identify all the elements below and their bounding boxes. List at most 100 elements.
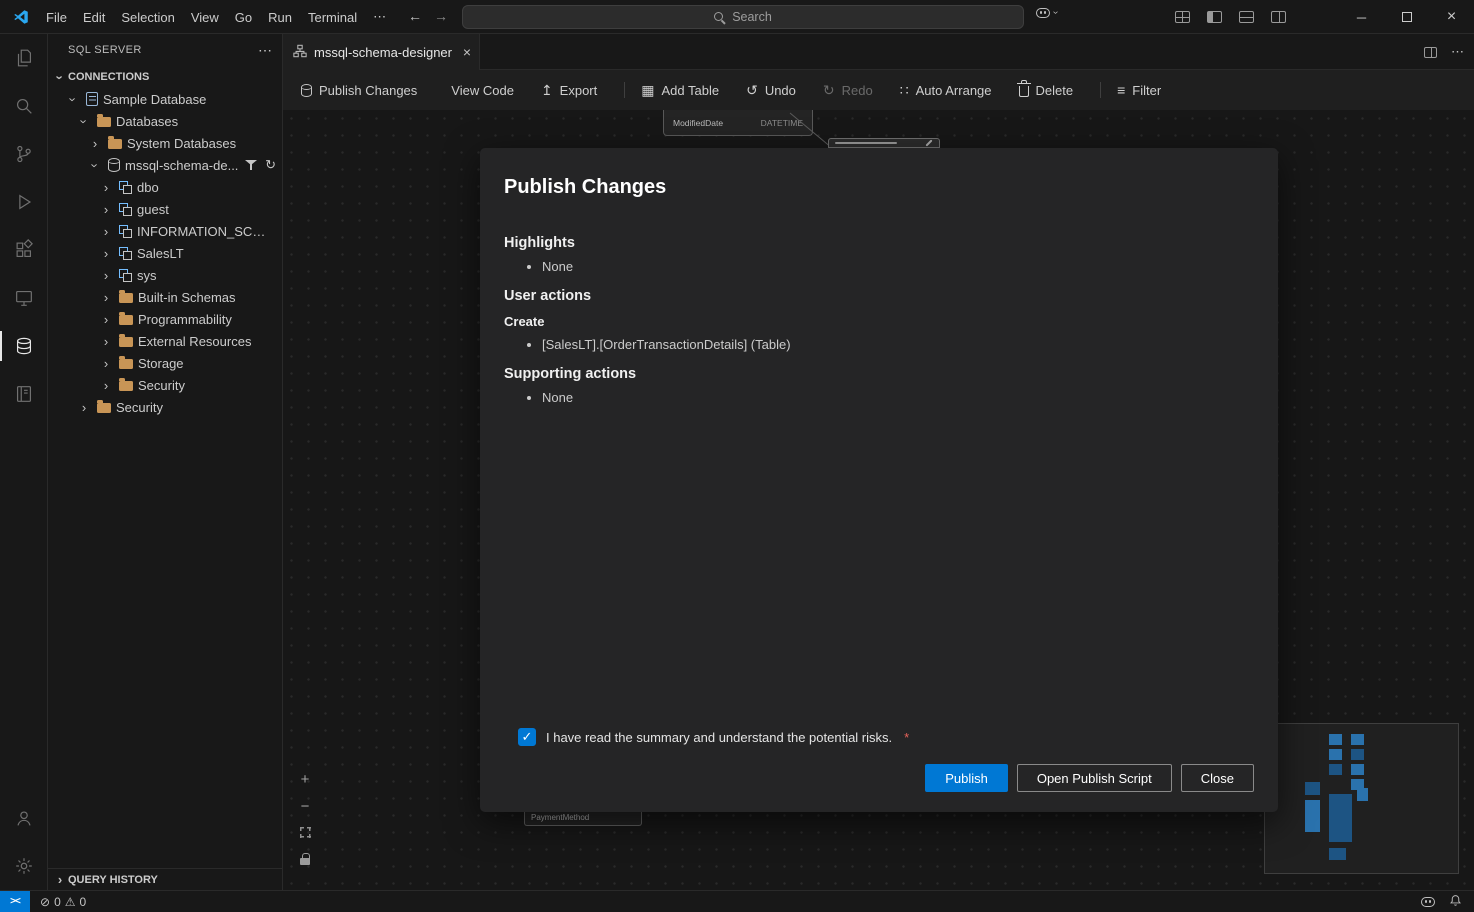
redo-button[interactable]: ↻Redo	[823, 83, 873, 98]
publish-button[interactable]: Publish	[925, 764, 1008, 792]
nav-forward-icon[interactable]: →	[430, 8, 452, 24]
close-window-button[interactable]: ×	[1429, 0, 1474, 34]
tree-item-sys[interactable]: ›sys	[48, 264, 282, 286]
chevron-right-icon: ›	[76, 400, 92, 415]
chevron-right-icon: ›	[98, 224, 114, 239]
extensions-icon[interactable]	[0, 226, 47, 274]
menu-file[interactable]: File	[38, 6, 75, 29]
tree-item-system-databases[interactable]: ›System Databases	[48, 132, 282, 154]
tab-bar-actions: ⋯	[1424, 34, 1464, 70]
delete-button[interactable]: Delete	[1019, 83, 1074, 98]
menu-view[interactable]: View	[183, 6, 227, 29]
menu-edit[interactable]: Edit	[75, 6, 113, 29]
lock-icon	[300, 853, 310, 868]
close-button[interactable]: Close	[1181, 764, 1254, 792]
folder-icon	[108, 139, 122, 149]
sql-server-icon[interactable]	[0, 322, 47, 370]
filter-icon[interactable]	[245, 159, 257, 171]
tree-item-guest[interactable]: ›guest	[48, 198, 282, 220]
run-debug-icon[interactable]	[0, 178, 47, 226]
auto-arrange-button[interactable]: ∷Auto Arrange	[900, 83, 992, 98]
maximize-button[interactable]	[1384, 0, 1429, 34]
copilot-icon	[1036, 8, 1050, 18]
add-table-button[interactable]: ▦Add Table	[641, 83, 719, 98]
toggle-panel-icon[interactable]	[1239, 11, 1254, 23]
search-view-icon[interactable]	[0, 82, 47, 130]
tree-item-dbo[interactable]: ›dbo	[48, 176, 282, 198]
tree-item-external-resources[interactable]: ›External Resources	[48, 330, 282, 352]
notifications-bell-icon[interactable]	[1449, 894, 1462, 910]
zoom-in-icon: +	[301, 772, 310, 787]
editor-more-actions-icon[interactable]: ⋯	[1451, 44, 1464, 60]
tree-item-sample-database[interactable]: ›Sample Database	[48, 88, 282, 110]
connections-section-header[interactable]: › CONNECTIONS	[48, 66, 282, 88]
view-code-button[interactable]: View Code	[444, 83, 514, 98]
table-title-fragment[interactable]	[828, 138, 940, 148]
account-icon[interactable]	[0, 794, 47, 842]
undo-button[interactable]: ↺Undo	[746, 83, 796, 98]
lock-button[interactable]	[296, 851, 314, 869]
database-projects-icon[interactable]	[0, 370, 47, 418]
tree-item-information-schema[interactable]: ›INFORMATION_SCHEMA	[48, 220, 282, 242]
remote-explorer-icon[interactable]	[0, 274, 47, 322]
tab-bar: mssql-schema-designer × ⋯	[283, 34, 1474, 70]
split-editor-icon[interactable]	[1424, 47, 1437, 58]
open-publish-script-button[interactable]: Open Publish Script	[1017, 764, 1172, 792]
more-actions-icon[interactable]: ⋯	[258, 42, 272, 59]
tree-item-mssql-schema-de[interactable]: ›mssql-schema-de...↻	[48, 154, 282, 176]
tree-item-security[interactable]: ›Security	[48, 374, 282, 396]
customize-layout-icon[interactable]	[1175, 11, 1190, 23]
problems-indicator[interactable]: ⊘ 0 ⚠ 0	[40, 895, 86, 909]
zoom-in-button[interactable]: +	[296, 770, 314, 788]
folder-icon	[119, 337, 133, 347]
filter-button[interactable]: ≡Filter	[1117, 83, 1161, 98]
risk-checkbox[interactable]: ✓	[518, 728, 536, 746]
export-button[interactable]: ↥Export	[541, 83, 597, 98]
schema-canvas[interactable]: ModifiedDate DATETIME PaymentMethod +− P…	[283, 110, 1474, 890]
table-card-fragment-bottom[interactable]: PaymentMethod	[524, 812, 642, 826]
sidebar-title: SQL SERVER	[68, 44, 142, 56]
refresh-icon[interactable]: ↻	[265, 157, 276, 173]
settings-gear-icon[interactable]	[0, 842, 47, 890]
menu-selection[interactable]: Selection	[113, 6, 182, 29]
menu-run[interactable]: Run	[260, 6, 300, 29]
folder-icon	[119, 381, 133, 391]
zoom-out-icon: −	[301, 799, 310, 814]
global-search-input[interactable]: Search	[462, 5, 1024, 29]
tree-item-programmability[interactable]: ›Programmability	[48, 308, 282, 330]
chevron-right-icon: ›	[98, 268, 114, 283]
menubar: FileEditSelectionViewGoRunTerminal⋯	[38, 0, 394, 34]
menu-go[interactable]: Go	[227, 6, 260, 29]
minimap[interactable]	[1264, 723, 1459, 874]
toolbar-separator	[624, 82, 625, 98]
dialog-list-item: None	[542, 259, 1254, 274]
tree-item-built-in-schemas[interactable]: ›Built-in Schemas	[48, 286, 282, 308]
copilot-status-icon[interactable]	[1421, 897, 1435, 907]
tree-item-databases[interactable]: ›Databases	[48, 110, 282, 132]
explorer-icon[interactable]	[0, 34, 47, 82]
toggle-primary-sidebar-icon[interactable]	[1207, 11, 1222, 23]
copilot-button[interactable]: ›	[1036, 7, 1057, 18]
minimize-button[interactable]: ─	[1339, 0, 1384, 34]
tree-item-storage[interactable]: ›Storage	[48, 352, 282, 374]
connections-tree: ›Sample Database›Databases›System Databa…	[48, 88, 282, 868]
query-history-section-header[interactable]: › QUERY HISTORY	[48, 868, 282, 890]
zoom-out-button[interactable]: −	[296, 797, 314, 815]
dialog-heading-supporting-actions: Supporting actions	[504, 366, 1254, 382]
source-control-icon[interactable]	[0, 130, 47, 178]
tree-item-security[interactable]: ›Security	[48, 396, 282, 418]
tab-close-icon[interactable]: ×	[463, 44, 471, 60]
publish-changes-button[interactable]: Publish Changes	[301, 83, 417, 98]
minimap-block	[1351, 764, 1364, 775]
toggle-secondary-sidebar-icon[interactable]	[1271, 11, 1286, 23]
remote-indicator[interactable]: ><	[0, 891, 30, 912]
tree-item-saleslt[interactable]: ›SalesLT	[48, 242, 282, 264]
fit-view-button[interactable]	[296, 824, 314, 842]
tab-mssql-schema-designer[interactable]: mssql-schema-designer ×	[283, 34, 480, 70]
toolbar-separator	[1100, 82, 1101, 98]
menu-more[interactable]: ⋯	[365, 5, 394, 29]
dialog-title: Publish Changes	[504, 176, 1254, 199]
chevron-right-icon: ›	[98, 378, 114, 393]
nav-back-icon[interactable]: ←	[404, 8, 426, 24]
menu-terminal[interactable]: Terminal	[300, 6, 365, 29]
